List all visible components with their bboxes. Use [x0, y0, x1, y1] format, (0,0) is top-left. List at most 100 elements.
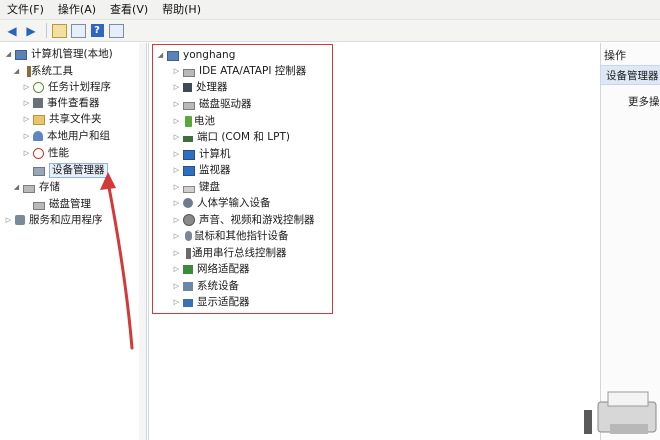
- collapse-arrow-icon[interactable]: ◢: [156, 47, 165, 63]
- device-category-label: 键盘: [199, 181, 220, 193]
- device-category-row[interactable]: ▷ 声音、视频和游戏控制器: [172, 212, 315, 228]
- menu-bar: 文件(F) 操作(A) 查看(V) 帮助(H): [0, 0, 660, 20]
- expand-arrow-icon[interactable]: ▷: [4, 212, 13, 228]
- device-category-label: 显示适配器: [197, 296, 250, 308]
- expand-arrow-icon[interactable]: ▷: [22, 79, 31, 95]
- tree-services-apps[interactable]: ▷ 服务和应用程序: [4, 212, 103, 228]
- device-category-row[interactable]: ▷ 系统设备: [172, 278, 239, 294]
- tree-storage[interactable]: ◢ 存储: [12, 179, 60, 195]
- device-tree-root[interactable]: ◢ yonghang: [156, 47, 235, 63]
- collapse-arrow-icon[interactable]: ◢: [12, 179, 21, 195]
- ide-controller-icon: [183, 69, 195, 77]
- device-category-label: 处理器: [196, 81, 228, 93]
- expand-arrow-icon[interactable]: ▷: [172, 63, 181, 79]
- tree-device-manager[interactable]: 设备管理器: [22, 162, 108, 178]
- expand-arrow-icon[interactable]: ▷: [172, 228, 181, 244]
- event-log-icon: [33, 98, 43, 108]
- help-icon[interactable]: ?: [89, 23, 105, 39]
- show-hide-tree-icon[interactable]: [70, 23, 86, 39]
- keyboard-icon: [183, 185, 195, 193]
- device-category-row[interactable]: ▷ 通用串行总线控制器: [172, 245, 287, 261]
- expand-arrow-icon[interactable]: ▷: [172, 79, 181, 95]
- menu-view[interactable]: 查看(V): [103, 0, 155, 19]
- tree-root[interactable]: ◢ 计算机管理(本地): [4, 46, 113, 62]
- expand-arrow-icon[interactable]: ▷: [172, 162, 181, 178]
- monitor-icon: [183, 165, 195, 176]
- disk-icon: [33, 202, 45, 210]
- expand-arrow-icon[interactable]: ▷: [172, 245, 181, 261]
- tree-system-tools[interactable]: ◢ 系统工具: [12, 63, 73, 79]
- expand-arrow-icon[interactable]: ▷: [172, 96, 181, 112]
- device-category-row[interactable]: ▷ 鼠标和其他指针设备: [172, 228, 289, 244]
- tree-local-users[interactable]: ▷ 本地用户和组: [22, 128, 110, 144]
- device-category-row[interactable]: ▷ 处理器: [172, 79, 228, 95]
- local-users-label: 本地用户和组: [47, 130, 110, 142]
- device-category-row[interactable]: ▷ 显示适配器: [172, 294, 250, 310]
- computer-icon: [183, 149, 195, 160]
- disk-drive-icon: [183, 102, 195, 110]
- expand-arrow-icon[interactable]: ▷: [172, 212, 181, 228]
- storage-label: 存储: [39, 181, 60, 193]
- expand-arrow-icon[interactable]: ▷: [172, 294, 181, 310]
- expand-arrow-icon[interactable]: ▷: [172, 278, 181, 294]
- expand-arrow-icon[interactable]: ▷: [22, 128, 31, 144]
- device-tree-root-label: yonghang: [183, 49, 236, 61]
- device-category-row[interactable]: ▷ 磁盘驱动器: [172, 96, 252, 112]
- collapse-arrow-icon[interactable]: ◢: [12, 63, 21, 79]
- tree-task-scheduler[interactable]: ▷ 任务计划程序: [22, 79, 111, 95]
- tree-event-viewer[interactable]: ▷ 事件查看器: [22, 95, 100, 111]
- usb-icon: [186, 247, 191, 259]
- storage-icon: [23, 185, 35, 193]
- device-category-label: 监视器: [199, 164, 231, 176]
- device-category-label: 通用串行总线控制器: [192, 247, 287, 259]
- computer-management-icon: [15, 50, 27, 60]
- hid-icon: [183, 198, 193, 208]
- tree-performance[interactable]: ▷ 性能: [22, 145, 69, 161]
- expand-arrow-icon[interactable]: ▷: [172, 195, 181, 211]
- device-category-label: 端口 (COM 和 LPT): [197, 131, 290, 143]
- show-action-pane-icon[interactable]: [108, 23, 124, 39]
- expand-arrow-icon[interactable]: ▷: [22, 111, 31, 127]
- port-icon: [183, 135, 193, 142]
- device-category-row[interactable]: ▷ 人体学输入设备: [172, 195, 271, 211]
- collapse-arrow-icon[interactable]: ◢: [4, 46, 13, 62]
- mouse-icon: [185, 231, 192, 241]
- device-category-label: 电池: [194, 115, 215, 127]
- menu-action[interactable]: 操作(A): [51, 0, 103, 19]
- left-scrollbar[interactable]: [139, 43, 146, 440]
- device-category-row[interactable]: ▷ 电池: [172, 113, 215, 129]
- toolbar: ◀ ▶ ?: [0, 20, 660, 42]
- tree-shared-folders[interactable]: ▷ 共享文件夹: [22, 111, 102, 127]
- device-category-row[interactable]: ▷ IDE ATA/ATAPI 控制器: [172, 63, 306, 79]
- expand-arrow-icon[interactable]: ▷: [172, 113, 181, 129]
- expand-arrow-icon[interactable]: ▷: [172, 261, 181, 277]
- services-apps-label: 服务和应用程序: [29, 214, 103, 226]
- expand-arrow-icon[interactable]: ▷: [172, 146, 181, 162]
- action-pane-header: 操作: [604, 49, 626, 62]
- system-tools-label: 系统工具: [31, 65, 73, 77]
- expand-arrow-icon[interactable]: ▷: [22, 145, 31, 161]
- device-category-row[interactable]: ▷ 监视器: [172, 162, 231, 178]
- forward-arrow-icon[interactable]: ▶: [23, 23, 39, 39]
- tree-disk-management[interactable]: 磁盘管理: [22, 196, 91, 212]
- expand-arrow-icon[interactable]: ▷: [172, 179, 181, 195]
- back-arrow-icon[interactable]: ◀: [4, 23, 20, 39]
- device-category-row[interactable]: ▷ 网络适配器: [172, 261, 250, 277]
- expand-arrow-icon[interactable]: ▷: [172, 129, 181, 145]
- clock-icon: [33, 81, 44, 93]
- expand-arrow-icon[interactable]: ▷: [22, 95, 31, 111]
- network-adapter-icon: [183, 264, 193, 274]
- action-pane-selected[interactable]: 设备管理器: [601, 65, 660, 85]
- battery-icon: [185, 115, 192, 127]
- device-category-label: 鼠标和其他指针设备: [194, 230, 289, 242]
- menu-file[interactable]: 文件(F): [0, 0, 51, 19]
- device-category-row[interactable]: ▷ 计算机: [172, 146, 231, 162]
- device-category-row[interactable]: ▷ 键盘: [172, 179, 220, 195]
- device-category-label: 人体学输入设备: [197, 197, 271, 209]
- up-level-icon[interactable]: [51, 23, 67, 39]
- menu-help[interactable]: 帮助(H): [155, 0, 208, 19]
- device-category-label: 计算机: [199, 148, 231, 160]
- more-actions-link[interactable]: 更多操: [628, 94, 660, 109]
- users-icon: [33, 131, 43, 141]
- device-category-row[interactable]: ▷ 端口 (COM 和 LPT): [172, 129, 290, 145]
